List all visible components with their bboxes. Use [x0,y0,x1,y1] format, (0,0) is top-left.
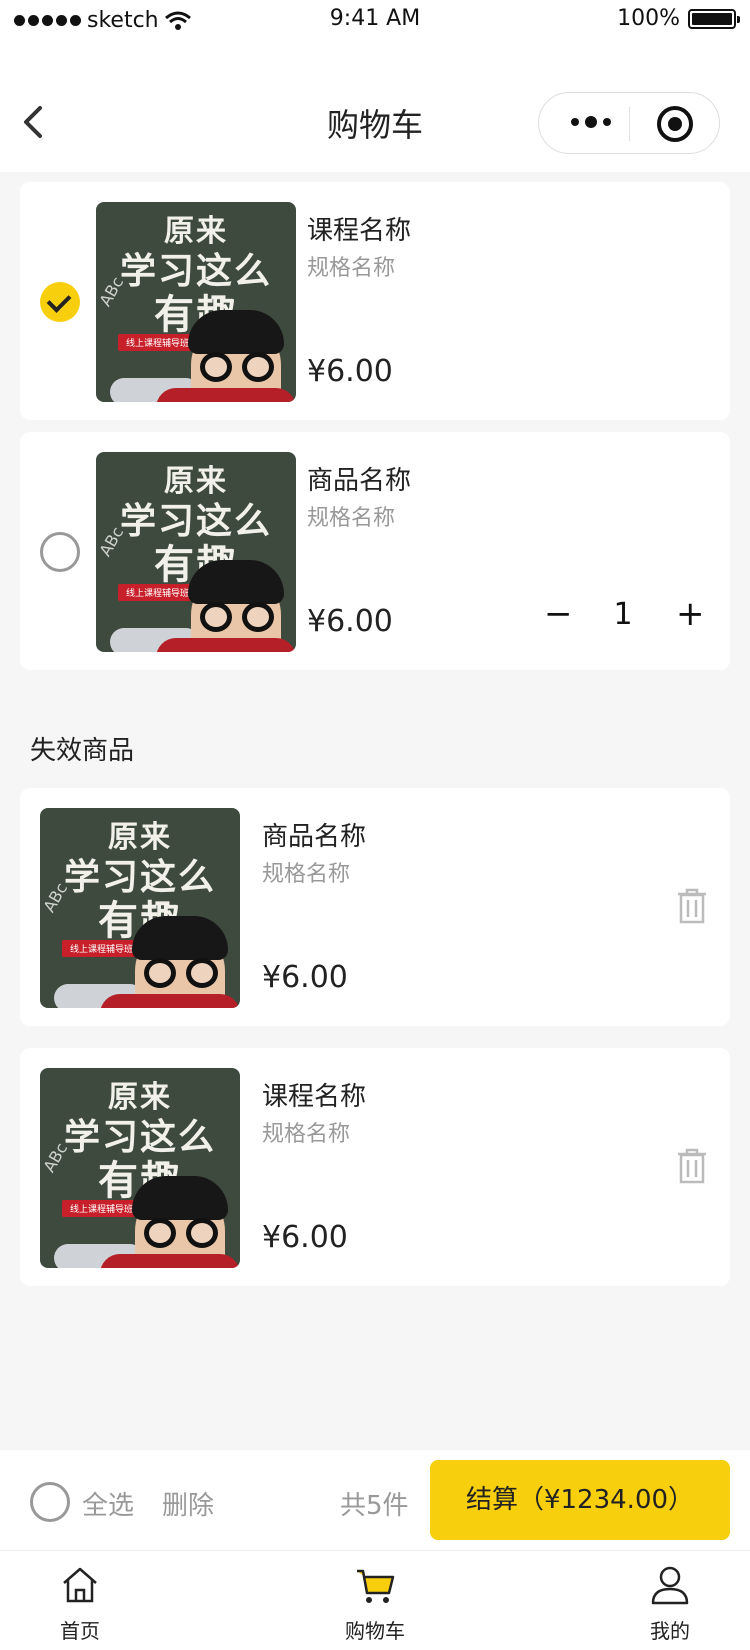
trash-icon[interactable] [676,1148,708,1184]
battery-percent: 100% [617,6,680,31]
item-price: ¥6.00 [307,354,393,389]
tab-label: 购物车 [345,1619,405,1643]
item-price: ¥6.00 [307,604,393,639]
product-thumbnail: ABc 原来 学习这么 有趣 线上课程辅导班 [96,202,296,402]
battery-icon [688,8,740,29]
item-name: 课程名称 [307,216,412,246]
tab-cart[interactable]: 购物车 [315,1563,435,1644]
thumb-tag: 线上课程辅导班 [62,940,142,957]
capsule-divider [629,107,630,141]
battery-info: 100% [617,6,740,31]
trash-icon[interactable] [676,888,708,924]
mini-program-capsule [538,92,720,154]
tab-bar: 首页 购物车 我的 [0,1550,750,1650]
item-price: ¥6.00 [262,1220,348,1255]
tab-label: 首页 [60,1619,100,1643]
invalid-item: ABc 原来 学习这么 有趣 线上课程辅导班 课程名称 规格名称 ¥6.00 [20,1048,730,1286]
item-count: 共5件 [340,1491,409,1521]
item-checkbox-checked[interactable] [40,282,80,322]
cart-item: ABc 原来 学习这么 有趣 线上课程辅导班 课程名称 规格名称 ¥6.00 [20,182,730,420]
item-spec: 规格名称 [262,1122,351,1147]
tab-label: 我的 [650,1619,690,1643]
invalid-item: ABc 原来 学习这么 有趣 线上课程辅导班 商品名称 规格名称 ¥6.00 [20,788,730,1026]
cart-item: ABc 原来 学习这么 有趣 线上课程辅导班 商品名称 规格名称 ¥6.00 −… [20,432,730,670]
invalid-section-title: 失效商品 [30,736,135,766]
checkout-bar: 全选 删除 共5件 结算（¥1234.00） [0,1450,750,1550]
home-icon [63,1567,97,1603]
item-name: 商品名称 [262,822,367,852]
product-thumbnail: ABc 原来 学习这么 有趣 线上课程辅导班 [40,1068,240,1268]
select-all-label[interactable]: 全选 [82,1485,134,1522]
select-all-checkbox[interactable] [30,1482,70,1522]
product-thumbnail: ABc 原来 学习这么 有趣 线上课程辅导班 [96,452,296,652]
item-name: 商品名称 [307,466,412,496]
item-checkbox-unchecked[interactable] [40,532,80,572]
item-spec: 规格名称 [307,506,396,531]
thumb-tag: 线上课程辅导班 [62,1200,142,1217]
item-name: 课程名称 [262,1082,367,1112]
increase-button[interactable]: + [676,594,705,634]
more-icon[interactable] [571,116,611,128]
thumb-tag: 线上课程辅导班 [118,334,198,351]
item-spec: 规格名称 [262,862,351,887]
user-icon [651,1566,689,1605]
item-price: ¥6.00 [262,960,348,995]
tab-home[interactable]: 首页 [20,1563,140,1644]
item-spec: 规格名称 [307,256,396,281]
decrease-button[interactable]: − [544,594,573,634]
product-thumbnail: ABc 原来 学习这么 有趣 线上课程辅导班 [40,808,240,1008]
thumb-tag: 线上课程辅导班 [118,584,198,601]
delete-button[interactable]: 删除 [162,1485,214,1522]
quantity-value[interactable]: 1 [608,597,638,632]
checkout-button[interactable]: 结算（¥1234.00） [430,1460,730,1540]
cart-icon [357,1569,395,1603]
quantity-stepper: − 1 + [544,594,705,634]
close-mini-program-icon[interactable] [657,106,693,142]
nav-bar: 购物车 [0,42,750,172]
tab-me[interactable]: 我的 [610,1563,730,1644]
status-bar: sketch 9:41 AM 100% [0,0,750,42]
